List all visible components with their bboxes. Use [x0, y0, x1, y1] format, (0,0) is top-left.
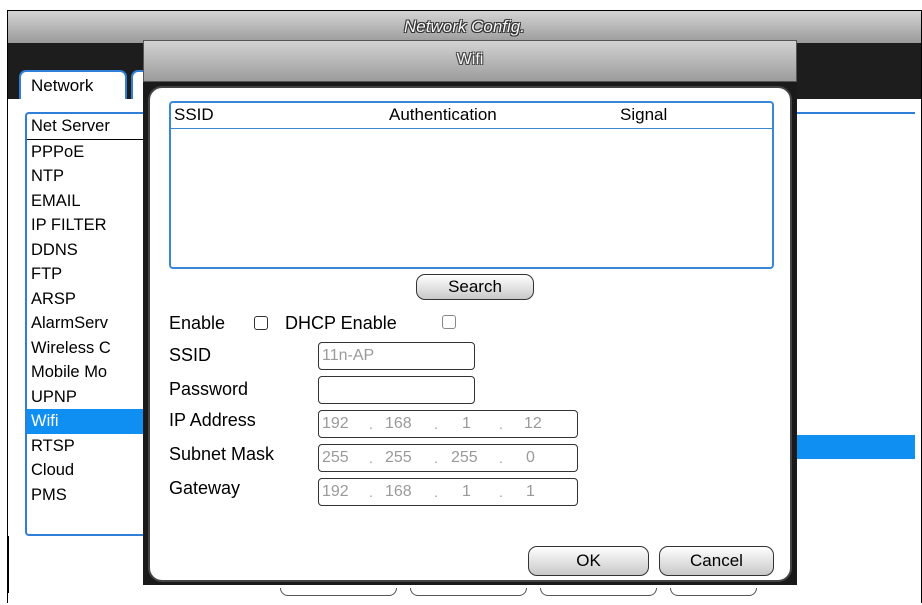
- password-field[interactable]: [318, 376, 475, 404]
- service-list-item[interactable]: DDNS: [27, 238, 155, 263]
- gateway-octet: 1: [462, 483, 471, 500]
- ssid-field[interactable]: 11n-AP: [318, 342, 475, 370]
- ip-address-field[interactable]: 192 . 168 . 1 . 12: [318, 410, 578, 438]
- service-list-item[interactable]: Mobile Mo: [27, 360, 155, 385]
- dhcp-enable-label: DHCP Enable: [285, 313, 397, 333]
- hidden-bottom-buttons: [280, 588, 760, 596]
- ssid-label: SSID: [169, 345, 212, 365]
- service-list-item[interactable]: NTP: [27, 164, 155, 189]
- service-list-item[interactable]: Cloud: [27, 458, 155, 483]
- ip-octet: 192: [322, 415, 349, 432]
- gateway-octet: 168: [385, 483, 412, 500]
- tab-network[interactable]: Network: [19, 70, 127, 100]
- service-list-item[interactable]: RTSP: [27, 434, 155, 459]
- column-header-authentication: Authentication: [389, 105, 497, 124]
- dhcp-enable-checkbox[interactable]: [442, 315, 456, 329]
- gateway-octet: 192: [322, 483, 349, 500]
- service-list-item[interactable]: AlarmServ: [27, 311, 155, 336]
- service-list-item-selected[interactable]: Wifi: [27, 409, 155, 434]
- mask-octet: 255: [322, 449, 349, 466]
- search-button[interactable]: Search: [416, 274, 534, 300]
- ip-octet: 12: [524, 415, 542, 432]
- ip-octet: 168: [385, 415, 412, 432]
- password-label: Password: [169, 379, 249, 399]
- service-list-item[interactable]: PMS: [27, 483, 155, 508]
- cancel-button[interactable]: Cancel: [659, 546, 774, 576]
- column-header-ssid: SSID: [174, 105, 214, 124]
- service-list-item[interactable]: EMAIL: [27, 189, 155, 214]
- network-config-titlebar: Network Config.: [8, 11, 921, 43]
- service-list-item[interactable]: Wireless C: [27, 336, 155, 361]
- wifi-dialog-titlebar: Wifi: [143, 40, 797, 82]
- service-list-item[interactable]: PPPoE: [27, 140, 155, 165]
- subnet-mask-label: Subnet Mask: [169, 444, 275, 464]
- ip-address-label: IP Address: [169, 410, 256, 430]
- subnet-mask-field[interactable]: 255 . 255 . 255 . 0: [318, 444, 578, 472]
- enable-checkbox[interactable]: [254, 316, 268, 330]
- gateway-octet: 1: [526, 483, 535, 500]
- service-list-item[interactable]: IP FILTER: [27, 213, 155, 238]
- gateway-label: Gateway: [169, 478, 241, 498]
- mask-octet: 0: [526, 449, 535, 466]
- service-list-item[interactable]: UPNP: [27, 385, 155, 410]
- mask-octet: 255: [451, 449, 478, 466]
- service-list-item[interactable]: FTP: [27, 262, 155, 287]
- column-header-signal: Signal: [620, 105, 668, 124]
- wifi-network-table[interactable]: SSID Authentication Signal: [169, 101, 774, 269]
- enable-label: Enable: [169, 313, 226, 333]
- service-list-item[interactable]: ARSP: [27, 287, 155, 312]
- network-config-title: Network Config.: [404, 17, 525, 36]
- wifi-dialog-frame: SSID Authentication Signal Search Enable…: [143, 82, 797, 585]
- table-header: SSID Authentication Signal: [171, 103, 772, 129]
- ok-button[interactable]: OK: [528, 546, 649, 576]
- ip-octet: 1: [462, 415, 471, 432]
- window-edge: [7, 536, 9, 593]
- service-list-item[interactable]: Net Server: [27, 114, 155, 140]
- wifi-dialog-body: SSID Authentication Signal Search Enable…: [148, 86, 792, 582]
- gateway-field[interactable]: 192 . 168 . 1 . 1: [318, 478, 578, 506]
- mask-octet: 255: [385, 449, 412, 466]
- service-list: Net Server PPPoE NTP EMAIL IP FILTER DDN…: [25, 112, 155, 536]
- wifi-dialog: Wifi SSID Authentication Signal Search E…: [143, 40, 797, 585]
- service-detail-panel: [790, 112, 915, 536]
- wifi-dialog-title: Wifi: [456, 51, 484, 68]
- service-detail-selection: [790, 435, 915, 459]
